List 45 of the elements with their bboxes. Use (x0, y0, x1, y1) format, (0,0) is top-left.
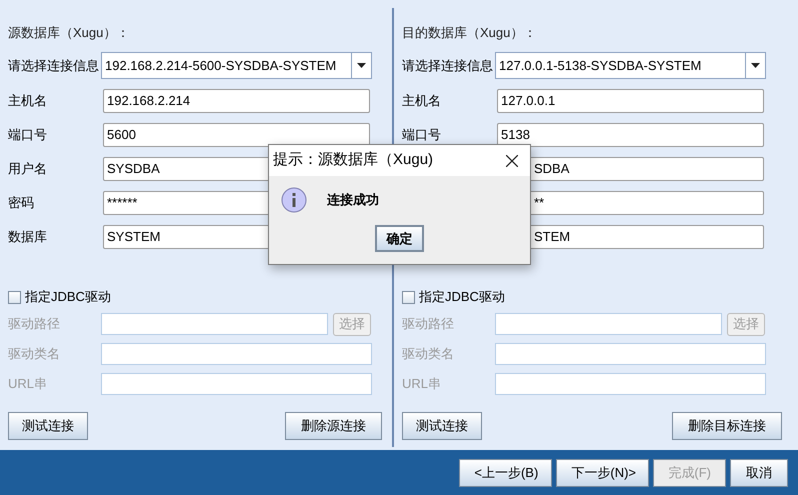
delete-connection-button[interactable]: 删除目标连接 (672, 412, 782, 440)
wizard-button[interactable]: 下一步(N)> (556, 458, 650, 486)
test-connection-button[interactable]: 测试连接 (8, 412, 88, 440)
wizard-button[interactable]: 取消 (730, 458, 788, 486)
field-label: 驱动路径 (8, 315, 61, 334)
wizard-button[interactable]: <上一步(B) (459, 458, 552, 486)
field-label: 驱动类名 (8, 345, 61, 364)
input-field[interactable]: 127.0.0.1 (497, 89, 764, 113)
section-title: 目的数据库（Xugu）： (402, 24, 536, 42)
input-field[interactable] (101, 373, 372, 395)
field-label: URL串 (402, 375, 442, 394)
field-label: 请选择连接信息 (8, 56, 100, 75)
section-title: 源数据库（Xugu）： (8, 24, 130, 42)
test-connection-button[interactable]: 测试连接 (402, 412, 482, 440)
delete-connection-button[interactable]: 删除源连接 (285, 412, 382, 440)
checkbox[interactable] (402, 290, 415, 304)
checkbox-label[interactable]: 指定JDBC驱动 (419, 287, 505, 307)
input-field[interactable]: 5138 (497, 123, 764, 147)
field-label: 数据库 (8, 229, 47, 244)
caret-icon (357, 63, 366, 68)
input-field[interactable]: 192.168.2.214 (103, 89, 370, 113)
input-field[interactable] (101, 313, 328, 335)
connection-dropdown[interactable]: 127.0.0.1-5138-SYSDBA-SYSTEM (495, 52, 766, 79)
checkbox[interactable] (8, 290, 21, 304)
input-field[interactable] (495, 313, 722, 335)
field-label: 密码 (8, 195, 34, 210)
input-field[interactable] (495, 373, 766, 395)
field-label: 用户名 (8, 161, 47, 176)
info-icon (281, 187, 307, 213)
field-label: URL串 (8, 375, 48, 394)
input-field[interactable] (101, 343, 372, 365)
field-label: 端口号 (8, 127, 47, 142)
field-label: 主机名 (8, 93, 47, 108)
input-field[interactable]: 5600 (103, 123, 370, 147)
caret-icon (751, 63, 760, 68)
field-label: 请选择连接信息 (402, 56, 494, 75)
ok-button[interactable]: 确定 (375, 225, 424, 252)
close-icon[interactable] (506, 154, 518, 166)
field-label: 主机名 (402, 93, 441, 108)
input-field[interactable] (495, 343, 766, 365)
field-label: 驱动路径 (402, 315, 455, 334)
field-label: 驱动类名 (402, 345, 455, 364)
connection-dropdown[interactable]: 192.168.2.214-5600-SYSDBA-SYSTEM (101, 52, 372, 79)
checkbox-label[interactable]: 指定JDBC驱动 (25, 287, 111, 307)
field-label: 端口号 (402, 127, 441, 142)
